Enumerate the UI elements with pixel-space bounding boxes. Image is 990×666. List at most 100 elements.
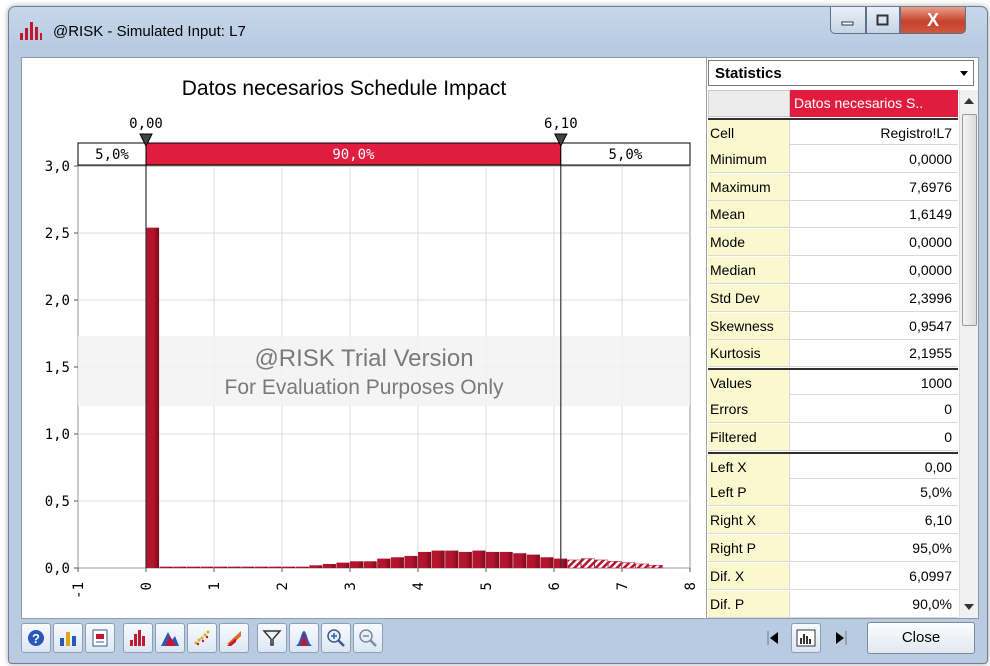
scroll-up-icon[interactable]	[964, 98, 974, 104]
stats-row[interactable]: Left P 5,0%	[708, 479, 958, 507]
stats-row-value: 5,0%	[920, 484, 952, 501]
histogram-button[interactable]	[123, 623, 153, 653]
help-button[interactable]: ?	[21, 623, 51, 653]
watermark-subtitle: For Evaluation Purposes Only	[225, 376, 504, 399]
triangle-right-icon	[836, 631, 847, 645]
chevron-down-icon	[960, 71, 968, 76]
histogram-bar	[241, 566, 255, 568]
stats-row-label: Mode	[708, 229, 790, 256]
stats-row[interactable]: Minimum 0,0000	[708, 145, 958, 173]
stats-row[interactable]: Mean 1,6149	[708, 201, 958, 229]
x-tick-label: 4	[411, 582, 427, 590]
density-button[interactable]	[155, 623, 185, 653]
stats-row-label: Cell	[708, 120, 790, 146]
statistics-dropdown[interactable]: Statistics	[708, 60, 974, 86]
histogram-bar	[295, 566, 309, 568]
histogram-bar	[268, 566, 282, 568]
stats-row[interactable]: Cell Registro!L7	[708, 118, 958, 146]
maximize-icon	[876, 14, 889, 26]
histogram-bar	[499, 551, 513, 568]
stats-row[interactable]: Skewness 0,9547	[708, 312, 958, 340]
maximize-button[interactable]	[866, 7, 900, 34]
stats-row[interactable]: Median 0,0000	[708, 257, 958, 284]
stats-row[interactable]: Left X 0,00	[708, 451, 958, 480]
scroll-down-icon[interactable]	[964, 604, 974, 610]
x-tick-label: 2	[275, 582, 291, 590]
graph-selector-button[interactable]	[791, 623, 821, 653]
simulated-input-window: @RISK - Simulated Input: L7 X Datos nece…	[8, 6, 988, 664]
minimize-button[interactable]	[830, 7, 866, 34]
filter-icon	[262, 630, 282, 646]
histogram-bar	[635, 563, 649, 569]
bell-curve-button[interactable]	[289, 623, 319, 653]
histogram-bar	[445, 550, 459, 568]
histogram-bar	[254, 566, 268, 568]
x-tick-label: 5	[479, 582, 495, 590]
stats-row-value: Registro!L7	[880, 125, 952, 141]
chart-panel[interactable]: Datos necesarios Schedule Impact @RISK Tr…	[22, 58, 707, 618]
previous-button[interactable]	[759, 623, 789, 653]
y-tick-label: 3,0	[45, 159, 70, 175]
stats-row[interactable]: Std Dev 2,3996	[708, 284, 958, 312]
stats-scrollbar[interactable]	[959, 90, 978, 618]
histogram-bar	[336, 562, 350, 568]
histogram-bar	[350, 561, 364, 568]
stats-row[interactable]: Filtered 0	[708, 423, 958, 451]
column-header[interactable]: Datos necesarios S..	[790, 90, 958, 117]
histogram-bar	[363, 561, 377, 568]
stats-row[interactable]: Right P 95,0%	[708, 535, 958, 562]
close-button[interactable]: Close	[867, 622, 975, 654]
stats-row-label: Std Dev	[708, 284, 790, 311]
scatter-button[interactable]	[187, 623, 217, 653]
stats-row-label: Errors	[708, 396, 790, 422]
filter-button[interactable]	[257, 623, 287, 653]
y-tick-label: 2,5	[45, 226, 70, 242]
stats-row-value: 95,0%	[912, 540, 952, 556]
window-close-button[interactable]: X	[900, 7, 966, 34]
y-tick-label: 2,0	[45, 293, 70, 309]
stats-row-label: Mean	[708, 201, 790, 228]
histogram-bar	[431, 550, 445, 568]
graph-options-button[interactable]	[53, 623, 83, 653]
title-bar[interactable]: @RISK - Simulated Input: L7 X	[9, 7, 987, 55]
stats-row-label: Right X	[708, 507, 790, 534]
scroll-thumb[interactable]	[962, 114, 977, 326]
report-button[interactable]	[85, 623, 115, 653]
stats-row-value: 0,0000	[909, 262, 952, 278]
stats-row-value: 0	[944, 428, 952, 445]
stats-row[interactable]: Errors 0	[708, 396, 958, 423]
statistics-grid: Datos necesarios S.. Cell Registro!L7 Mini…	[708, 90, 958, 618]
zoom-in-button[interactable]	[321, 623, 351, 653]
stats-row[interactable]: Right X 6,10	[708, 507, 958, 535]
histogram-chart[interactable]: Datos necesarios Schedule Impact @RISK Tr…	[22, 58, 706, 618]
minimize-icon	[841, 21, 854, 26]
stats-row[interactable]: Values 1000	[708, 368, 958, 397]
histogram-bar	[567, 559, 581, 569]
stats-row-label: Left X	[708, 453, 790, 480]
zoom-out-button[interactable]	[353, 623, 383, 653]
risk-app-icon	[20, 22, 42, 40]
stats-row[interactable]: Mode 0,0000	[708, 229, 958, 257]
chart-title: Datos necesarios Schedule Impact	[182, 77, 507, 100]
window-title: @RISK - Simulated Input: L7	[53, 23, 246, 40]
stats-row[interactable]: Dif. X 6,0997	[708, 562, 958, 590]
next-button[interactable]	[825, 623, 855, 653]
left-tail-percent: 5,0%	[95, 147, 129, 163]
tornado-button[interactable]	[219, 623, 249, 653]
stats-row[interactable]: Dif. P 90,0%	[708, 590, 958, 618]
svg-text:?: ?	[32, 631, 40, 646]
y-tick-label: 1,0	[45, 427, 70, 443]
histogram-bar	[513, 553, 527, 568]
stats-row-value: 0,0000	[909, 234, 952, 251]
stats-row-value: 1000	[920, 375, 952, 392]
histogram-bar	[200, 566, 214, 568]
help-icon: ?	[28, 630, 44, 646]
stats-row[interactable]: Maximum 7,6976	[708, 173, 958, 201]
stats-row[interactable]: Kurtosis 2,1955	[708, 340, 958, 368]
stats-row-value: 6,10	[924, 512, 952, 529]
stats-row-value: 2,1955	[909, 345, 952, 362]
stats-row-label: Skewness	[708, 312, 790, 339]
histogram-bar	[173, 566, 187, 568]
histogram-bar	[458, 551, 472, 568]
statistics-header-row: Datos necesarios S..	[708, 90, 958, 118]
